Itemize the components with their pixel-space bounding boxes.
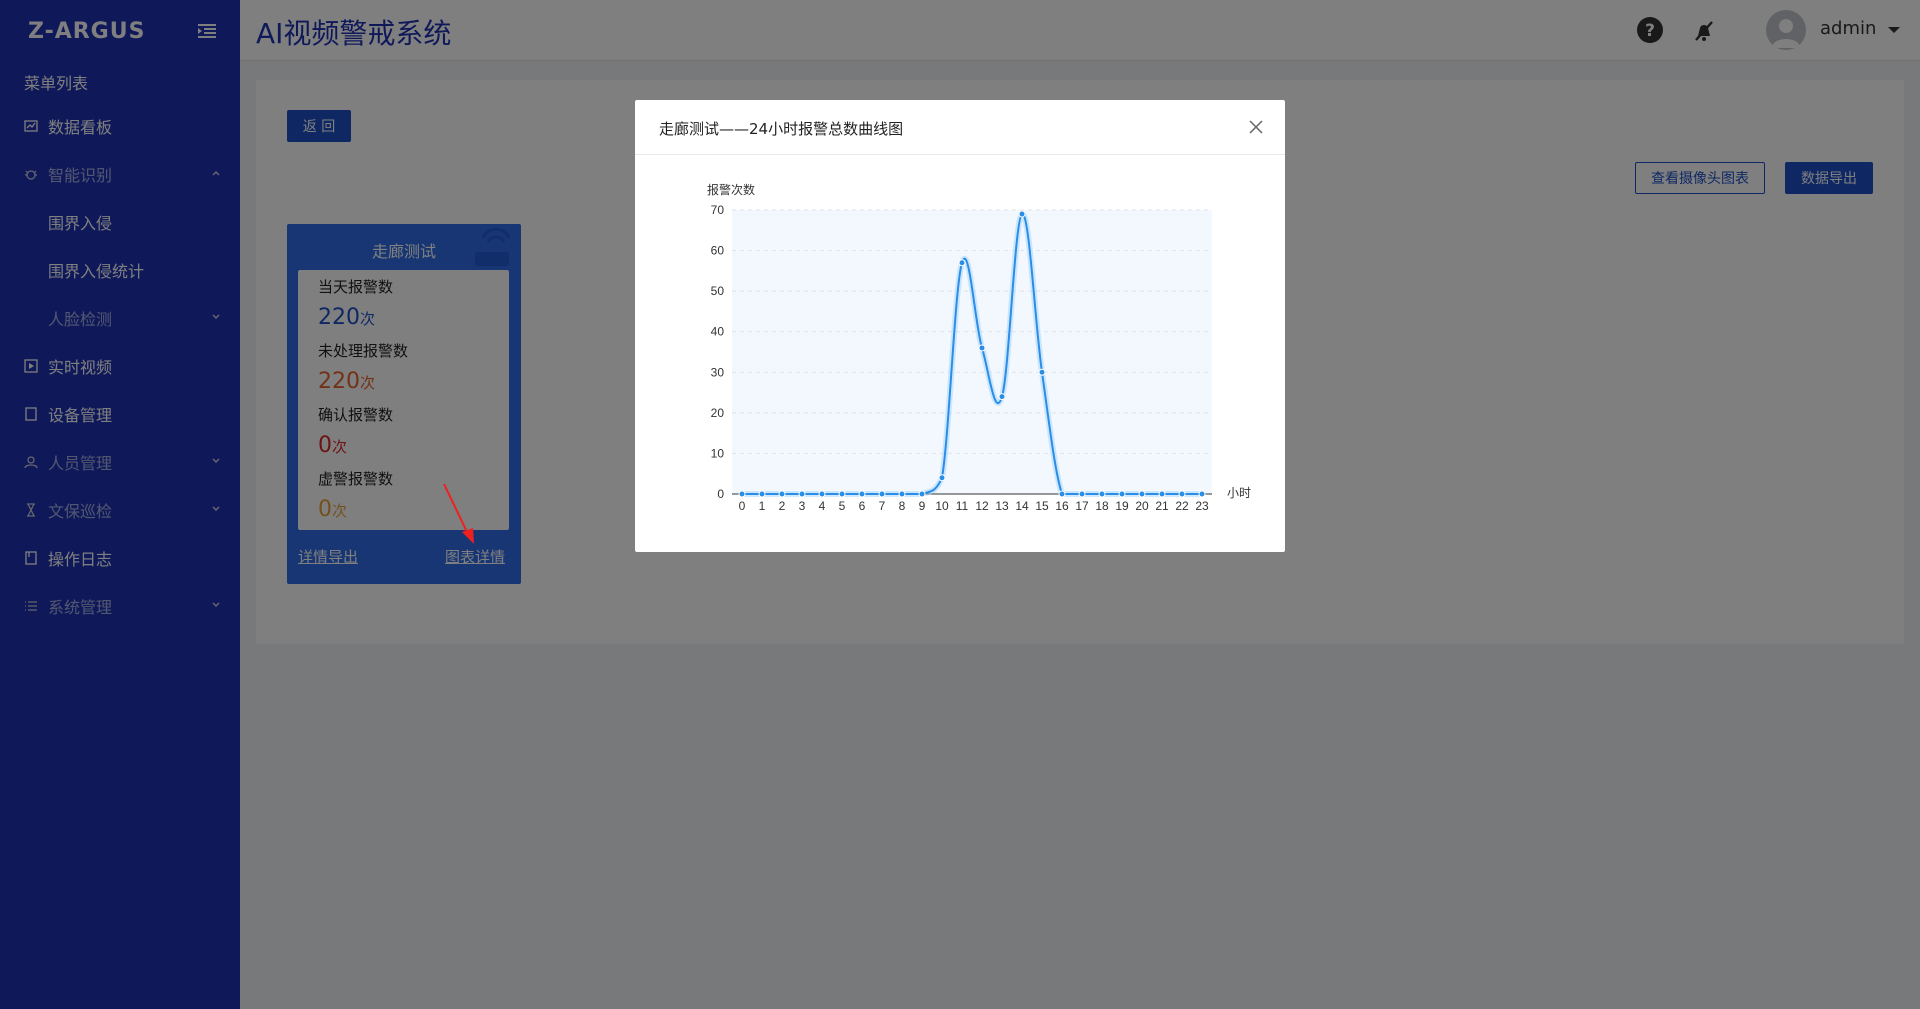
data-point [978, 344, 986, 352]
data-point [858, 490, 866, 498]
x-tick-label: 5 [839, 499, 846, 513]
x-tick-label: 17 [1075, 499, 1089, 513]
data-point [1058, 490, 1066, 498]
x-tick-label: 12 [975, 499, 989, 513]
x-tick-label: 20 [1135, 499, 1149, 513]
y-tick-label: 60 [711, 244, 725, 258]
x-tick-label: 15 [1035, 499, 1049, 513]
data-point [1118, 490, 1126, 498]
data-point [1178, 490, 1186, 498]
data-point [838, 490, 846, 498]
data-point [878, 490, 886, 498]
data-point [918, 490, 926, 498]
data-point [798, 490, 806, 498]
x-tick-label: 9 [919, 499, 926, 513]
y-tick-label: 70 [711, 203, 725, 217]
annotation-arrow-icon [443, 483, 474, 544]
chart-area: 0 10 20 30 40 50 60 70 0 1 2 3 4 5 6 7 8 9 10 11 12 13 14 15 16 1… [635, 156, 1285, 552]
x-tick-label: 3 [799, 499, 806, 513]
data-point [898, 490, 906, 498]
y-tick-label: 20 [711, 406, 725, 420]
x-tick-label: 22 [1175, 499, 1189, 513]
y-axis-label: 报警次数 [707, 182, 755, 197]
y-tick-label: 50 [711, 284, 725, 298]
data-point [1078, 490, 1086, 498]
x-tick-label: 13 [995, 499, 1009, 513]
x-tick-label: 6 [859, 499, 866, 513]
modal-title: 走廊测试——24小时报警总数曲线图 [659, 120, 904, 138]
modal-header: 走廊测试——24小时报警总数曲线图 [635, 100, 1285, 155]
x-tick-label: 7 [879, 499, 886, 513]
x-tick-label: 14 [1015, 499, 1029, 513]
data-point [958, 259, 966, 267]
chart-modal: 走廊测试——24小时报警总数曲线图 0 10 20 30 40 50 60 70 0 1 2 3 4 5 6… [635, 100, 1285, 552]
data-point [938, 474, 946, 482]
y-tick-label: 0 [717, 487, 724, 501]
data-point [778, 490, 786, 498]
x-tick-label: 4 [819, 499, 826, 513]
y-tick-label: 40 [711, 325, 725, 339]
data-point [738, 490, 746, 498]
x-tick-label: 11 [956, 499, 969, 513]
x-tick-label: 18 [1095, 499, 1109, 513]
data-point [758, 490, 766, 498]
line-chart: 0102030405060700 1 2 3 4 5 6 7 8 9 10 11 12 13 14 15 16 1… [707, 182, 1251, 513]
x-tick-label: 16 [1055, 499, 1069, 513]
x-tick-label: 1 [759, 499, 766, 513]
x-tick-label: 21 [1155, 499, 1169, 513]
close-icon[interactable] [1249, 120, 1263, 134]
data-point [998, 393, 1006, 401]
data-point [1158, 490, 1166, 498]
x-tick-label: 8 [899, 499, 906, 513]
plot-background [732, 210, 1212, 494]
data-point [1138, 490, 1146, 498]
x-tick-label: 10 [935, 499, 949, 513]
y-tick-label: 10 [711, 446, 725, 460]
data-point [818, 490, 826, 498]
data-point [1198, 490, 1206, 498]
data-point [1098, 490, 1106, 498]
x-tick-label: 23 [1195, 499, 1209, 513]
data-point [1018, 210, 1026, 218]
x-axis-label: 小时 [1227, 486, 1251, 500]
y-tick-label: 30 [711, 365, 725, 379]
x-tick-label: 2 [779, 499, 786, 513]
x-tick-label: 19 [1115, 499, 1129, 513]
data-point [1038, 368, 1046, 376]
x-tick-label: 0 [739, 499, 746, 513]
